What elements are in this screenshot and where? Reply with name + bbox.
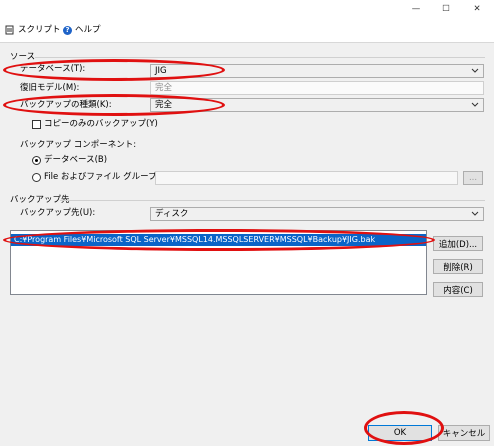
backup-files-list[interactable]: C:¥Program Files¥Microsoft SQL Server¥MS… — [10, 230, 427, 295]
help-button[interactable]: ? ヘルプ — [63, 22, 101, 38]
backup-to-label: バックアップ先(U): — [20, 208, 96, 218]
maximize-button[interactable]: ☐ — [431, 0, 461, 18]
add-button[interactable]: 追加(D)... — [433, 236, 483, 251]
backup-to-select[interactable]: ディスク — [150, 207, 484, 221]
backup-type-select[interactable]: 完全 — [150, 98, 484, 112]
script-icon — [5, 25, 14, 35]
database-select[interactable]: JIG — [150, 64, 484, 78]
remove-button[interactable]: 削除(R) — [433, 259, 483, 274]
component-database-radio[interactable] — [32, 156, 41, 165]
recovery-model-value: 完全 — [155, 83, 173, 93]
section-divider — [35, 57, 485, 58]
component-files-radio[interactable] — [32, 173, 41, 182]
backup-to-value: ディスク — [155, 209, 189, 219]
contents-button-label: 内容(C) — [443, 285, 473, 296]
browse-filegroup-button[interactable]: ... — [463, 171, 483, 185]
ok-button-label: OK — [393, 428, 407, 438]
add-button-label: 追加(D)... — [438, 239, 478, 250]
backup-component-label: バックアップ コンポーネント: — [20, 140, 137, 150]
cancel-button[interactable]: キャンセル — [438, 425, 490, 441]
help-icon: ? — [63, 25, 72, 35]
component-files-label: File およびファイル グループ(G): — [44, 172, 173, 182]
copy-only-checkbox[interactable] — [32, 120, 41, 129]
backup-type-label: バックアップの種類(K): — [20, 100, 112, 110]
chevron-down-icon — [471, 211, 479, 216]
filegroup-field — [155, 171, 458, 185]
component-database-label: データベース(B) — [44, 155, 108, 165]
database-value: JIG — [155, 66, 167, 76]
script-button[interactable]: スクリプト — [5, 22, 72, 38]
maximize-icon: ☐ — [442, 4, 450, 14]
minimize-icon: — — [411, 4, 421, 14]
close-button[interactable]: ✕ — [462, 0, 492, 18]
help-label: ヘルプ — [75, 25, 101, 35]
section-divider — [60, 200, 485, 201]
recovery-model-field: 完全 — [150, 81, 484, 95]
backup-type-value: 完全 — [155, 100, 173, 110]
remove-button-label: 削除(R) — [443, 262, 473, 273]
browse-label: ... — [468, 173, 478, 183]
cancel-button-label: キャンセル — [442, 429, 486, 439]
minimize-button[interactable]: — — [401, 0, 431, 18]
close-icon: ✕ — [473, 4, 481, 14]
recovery-model-label: 復旧モデル(M): — [20, 83, 80, 93]
ok-button[interactable]: OK — [368, 425, 432, 441]
source-section-title: ソース — [10, 52, 36, 62]
chevron-down-icon — [471, 68, 479, 73]
list-item[interactable]: C:¥Program Files¥Microsoft SQL Server¥MS… — [11, 234, 426, 246]
chevron-down-icon — [471, 102, 479, 107]
script-label: スクリプト — [18, 25, 61, 35]
copy-only-label: コピーのみのバックアップ(Y) — [44, 119, 158, 129]
contents-button[interactable]: 内容(C) — [433, 282, 483, 297]
database-label: データベース(T): — [20, 64, 86, 74]
